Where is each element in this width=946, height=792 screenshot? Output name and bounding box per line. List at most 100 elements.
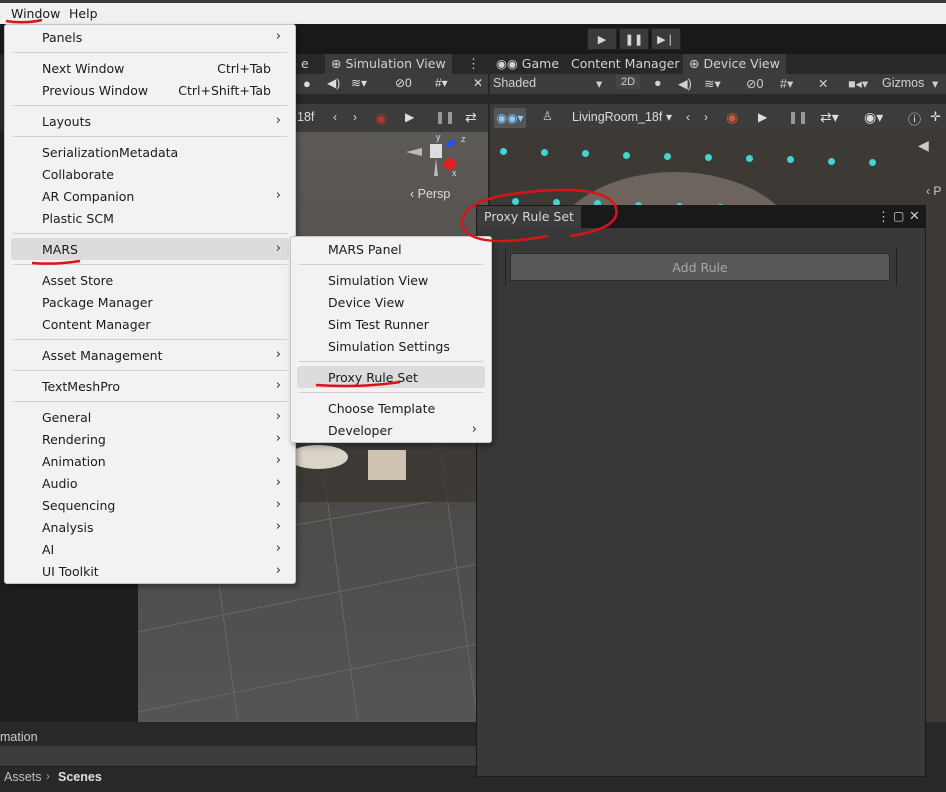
camera-icon[interactable]: ■◂▾ bbox=[848, 76, 868, 91]
menu-window[interactable]: Window bbox=[11, 6, 60, 21]
menu-item-serialization-metadata[interactable]: SerializationMetadata bbox=[5, 141, 295, 163]
menu-item-mars[interactable]: MARS › bbox=[11, 238, 289, 260]
environment-dropdown[interactable]: LivingRoom_18f bbox=[572, 110, 662, 124]
prev-env-icon[interactable]: ‹ bbox=[686, 110, 690, 124]
breadcrumb-scenes[interactable]: Scenes bbox=[58, 770, 102, 784]
menu-item-simulation-view[interactable]: Simulation View bbox=[291, 269, 491, 291]
menu-item-analysis[interactable]: Analysis › bbox=[5, 516, 295, 538]
menu-item-rendering[interactable]: Rendering › bbox=[5, 428, 295, 450]
menu-item-device-view[interactable]: Device View bbox=[291, 291, 491, 313]
menu-item-choose-template[interactable]: Choose Template bbox=[291, 397, 491, 419]
tab-animation[interactable]: mation bbox=[0, 730, 38, 744]
menu-item-animation[interactable]: Animation › bbox=[5, 450, 295, 472]
proxy-rule-set-body: Add Rule bbox=[477, 228, 925, 776]
move-icon[interactable]: ✛ bbox=[930, 109, 941, 125]
sync-icon[interactable]: ⇄▾ bbox=[820, 109, 839, 126]
pause-button[interactable]: ❚❚ bbox=[619, 28, 649, 50]
persp-label[interactable]: ‹ Persp bbox=[410, 187, 450, 201]
tab-simulation-view[interactable]: ⊕ Simulation View bbox=[325, 54, 452, 74]
menu-item-plastic-scm[interactable]: Plastic SCM bbox=[5, 207, 295, 229]
tab-game[interactable]: ◉◉ Game bbox=[490, 54, 565, 74]
menu-item-layouts[interactable]: Layouts › bbox=[5, 110, 295, 132]
grid-icon[interactable]: #▾ bbox=[780, 76, 793, 91]
mode-2d-toggle[interactable]: 2D bbox=[616, 75, 641, 89]
globe-icon: ⊕ bbox=[689, 56, 704, 71]
more-options-icon[interactable]: ⋮ bbox=[467, 56, 480, 72]
scene-gizmo[interactable]: y z x bbox=[406, 132, 466, 180]
sim-pause-icon[interactable]: ❚❚ bbox=[788, 110, 808, 124]
grid-icon[interactable]: #▾ bbox=[435, 76, 448, 90]
menu-separator bbox=[13, 136, 287, 137]
menu-item-audio[interactable]: Audio › bbox=[5, 472, 295, 494]
menu-help[interactable]: Help bbox=[69, 6, 98, 21]
menu-item-ui-toolkit[interactable]: UI Toolkit › bbox=[5, 560, 295, 582]
gamepad-icon[interactable]: ◉◉▾ bbox=[494, 108, 526, 128]
eye-icon[interactable]: ◉▾ bbox=[864, 109, 883, 126]
sim-play-icon[interactable]: ▶ bbox=[405, 110, 414, 124]
menu-item-collaborate[interactable]: Collaborate bbox=[5, 163, 295, 185]
audio-icon[interactable]: ◀) bbox=[327, 76, 340, 90]
menu-item-label: Panels bbox=[42, 30, 83, 45]
menu-item-mars-panel[interactable]: MARS Panel bbox=[291, 238, 491, 260]
menu-item-textmeshpro[interactable]: TextMeshPro › bbox=[5, 375, 295, 397]
tools-icon[interactable]: ✕ bbox=[818, 76, 828, 91]
step-button[interactable]: ▶❘ bbox=[651, 28, 681, 50]
menu-item-next-window[interactable]: Next Window Ctrl+Tab bbox=[5, 57, 295, 79]
menu-item-ai[interactable]: AI › bbox=[5, 538, 295, 560]
menu-item-asset-store[interactable]: Asset Store bbox=[5, 269, 295, 291]
record-icon[interactable]: ◉ bbox=[375, 110, 387, 127]
sim-play-icon[interactable]: ▶ bbox=[758, 110, 767, 124]
more-options-icon[interactable]: ⋮ bbox=[877, 209, 890, 225]
sync-icon[interactable]: ⇄ bbox=[465, 109, 477, 126]
menu-item-sim-test-runner[interactable]: Sim Test Runner bbox=[291, 313, 491, 335]
tab-scene[interactable]: e bbox=[295, 54, 315, 74]
lighting-icon[interactable]: ● bbox=[654, 76, 662, 90]
effects-icon[interactable]: ≋▾ bbox=[351, 76, 367, 90]
person-icon[interactable]: ♙ bbox=[542, 109, 553, 123]
gizmo-cone-icon: ◀ bbox=[918, 137, 929, 153]
add-rule-button[interactable]: Add Rule bbox=[510, 253, 890, 281]
next-env-icon[interactable]: › bbox=[704, 110, 708, 124]
info-icon[interactable]: ⓘ bbox=[908, 109, 921, 128]
menu-item-previous-window[interactable]: Previous Window Ctrl+Shift+Tab bbox=[5, 79, 295, 101]
menu-item-general[interactable]: General › bbox=[5, 406, 295, 428]
axis-x-label: x bbox=[452, 168, 457, 178]
prev-env-icon[interactable]: ‹ bbox=[333, 110, 337, 124]
close-icon[interactable]: ✕ bbox=[909, 208, 920, 224]
menu-item-proxy-rule-set[interactable]: Proxy Rule Set bbox=[297, 366, 485, 388]
menu-item-developer[interactable]: Developer › bbox=[291, 419, 491, 441]
chevron-down-icon[interactable]: ▾ bbox=[932, 76, 938, 91]
menu-item-asset-management[interactable]: Asset Management › bbox=[5, 344, 295, 366]
maximize-icon[interactable]: ▢ bbox=[893, 209, 904, 223]
audio-icon[interactable]: ◀) bbox=[678, 76, 692, 91]
chevron-down-icon[interactable]: ▾ bbox=[666, 110, 672, 124]
menu-item-panels[interactable]: Panels › bbox=[5, 26, 295, 48]
shading-dropdown[interactable]: Shaded bbox=[493, 76, 536, 90]
effects-icon[interactable]: ≋▾ bbox=[704, 76, 721, 91]
lighting-icon[interactable]: ● bbox=[303, 76, 311, 91]
menu-item-package-manager[interactable]: Package Manager bbox=[5, 291, 295, 313]
play-button[interactable]: ▶ bbox=[587, 28, 617, 50]
breadcrumb-assets[interactable]: Assets bbox=[4, 770, 42, 784]
visibility-icon[interactable]: ⊘0 bbox=[746, 76, 763, 91]
environment-dropdown[interactable]: 18f bbox=[297, 110, 314, 124]
device-tab-bar: ◉◉ Game Content Manager ⊕ Device View bbox=[490, 54, 946, 74]
gizmos-dropdown[interactable]: Gizmos bbox=[882, 76, 924, 90]
tab-device-view[interactable]: ⊕ Device View bbox=[683, 54, 786, 74]
record-icon[interactable]: ◉ bbox=[726, 109, 738, 126]
chevron-right-icon: › bbox=[275, 541, 281, 556]
tab-content-manager[interactable]: Content Manager bbox=[565, 54, 685, 74]
menu-item-ar-companion[interactable]: AR Companion › bbox=[5, 185, 295, 207]
menu-item-simulation-settings[interactable]: Simulation Settings bbox=[291, 335, 491, 357]
menu-item-sequencing[interactable]: Sequencing › bbox=[5, 494, 295, 516]
tab-proxy-rule-set[interactable]: Proxy Rule Set bbox=[477, 206, 581, 228]
persp-label[interactable]: ‹ P bbox=[926, 184, 941, 198]
chevron-down-icon[interactable]: ▾ bbox=[596, 76, 602, 91]
tools-icon[interactable]: ✕ bbox=[473, 76, 483, 90]
menu-item-content-manager[interactable]: Content Manager bbox=[5, 313, 295, 335]
next-env-icon[interactable]: › bbox=[353, 110, 357, 124]
visibility-icon[interactable]: ⊘0 bbox=[395, 76, 412, 90]
gamepad-icon: ◉◉ bbox=[496, 56, 522, 71]
sim-pause-icon[interactable]: ❚❚ bbox=[435, 110, 455, 124]
menu-item-label: Choose Template bbox=[328, 401, 436, 416]
